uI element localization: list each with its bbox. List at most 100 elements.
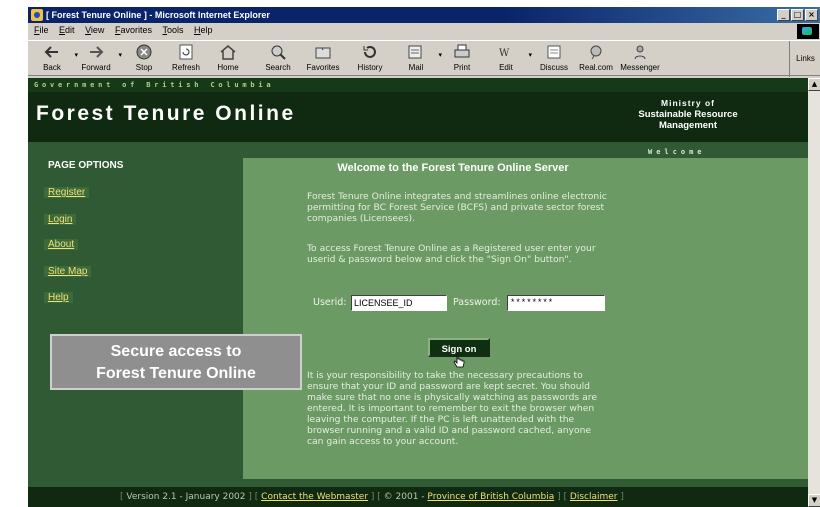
back-arrow-icon xyxy=(44,46,58,58)
refresh-button[interactable]: Refresh xyxy=(166,43,206,72)
nav-about-link[interactable]: About xyxy=(44,239,79,250)
refresh-label: Refresh xyxy=(171,63,200,72)
windows-logo-icon xyxy=(797,24,819,39)
back-label: Back xyxy=(43,63,61,72)
forward-button[interactable]: Forward ▾ xyxy=(76,43,122,72)
discuss-icon xyxy=(547,45,561,59)
password-label: Password: xyxy=(453,297,501,308)
search-icon xyxy=(271,45,286,60)
print-label: Print xyxy=(453,63,471,72)
edit-page-icon: W xyxy=(499,48,510,59)
favorites-folder-icon xyxy=(315,47,331,59)
history-label: History xyxy=(357,63,383,72)
nav-help-link[interactable]: Help xyxy=(44,292,73,303)
copyright-text: © 2001 - xyxy=(383,492,425,502)
search-button[interactable]: Search xyxy=(258,43,298,72)
stop-icon xyxy=(136,44,152,60)
ministry-name: Ministry of Sustainable Resource Managem… xyxy=(618,98,758,131)
maximize-button[interactable]: □ xyxy=(791,9,804,21)
secure-access-callout: Secure access to Forest Tenure Online xyxy=(50,334,302,390)
welcome-tag: Welcome xyxy=(648,148,706,156)
search-label: Search xyxy=(265,63,291,72)
menu-help[interactable]: Help xyxy=(194,23,213,38)
menu-file[interactable]: File xyxy=(34,23,49,38)
links-button[interactable]: Links xyxy=(789,41,820,77)
callout-line-1: Secure access to xyxy=(110,343,242,360)
page-viewport: Government of British Columbia Forest Te… xyxy=(28,78,808,507)
realcom-button[interactable]: Real.com xyxy=(576,43,616,72)
ministry-line-2: Sustainable Resource xyxy=(638,109,738,120)
instructions-paragraph: To access Forest Tenure Online as a Regi… xyxy=(307,243,596,265)
refresh-icon xyxy=(179,44,193,60)
print-button[interactable]: Print xyxy=(442,43,482,72)
realcom-label: Real.com xyxy=(579,63,613,72)
messenger-label: Messenger xyxy=(620,63,660,72)
nav-register-link[interactable]: Register xyxy=(44,187,90,198)
welcome-heading: Welcome to the Forest Tenure Online Serv… xyxy=(337,162,569,174)
close-button[interactable]: × xyxy=(805,9,818,21)
stop-button[interactable]: Stop xyxy=(124,43,164,72)
scroll-down-icon[interactable]: ▼ xyxy=(808,494,820,507)
messenger-button[interactable]: Messenger xyxy=(620,43,660,72)
window-title: [ Forest Tenure Online ] - Microsoft Int… xyxy=(46,10,270,20)
nav-sitemap-link[interactable]: Site Map xyxy=(44,266,92,277)
edit-label: Edit xyxy=(499,63,513,72)
discuss-button[interactable]: Discuss xyxy=(534,43,574,72)
history-button[interactable]: History xyxy=(350,43,390,72)
intro-paragraph: Forest Tenure Online integrates and stre… xyxy=(307,191,607,224)
nav-login-label: Login xyxy=(48,214,73,225)
version-text: Version 2.1 - January 2002 xyxy=(126,492,246,502)
nav-help-label: Help xyxy=(48,292,69,303)
menu-view[interactable]: View xyxy=(85,23,104,38)
site-title: Forest Tenure Online xyxy=(36,102,296,125)
stop-label: Stop xyxy=(135,63,153,72)
favorites-label: Favorites xyxy=(306,63,340,72)
contact-webmaster-link[interactable]: Contact the Webmaster xyxy=(261,492,368,502)
browser-window: [ Forest Tenure Online ] - Microsoft Int… xyxy=(27,7,820,507)
minimize-button[interactable]: _ xyxy=(777,9,790,21)
svg-text:W: W xyxy=(499,48,510,59)
ministry-line-3: Management xyxy=(658,120,718,131)
nav-register-label: Register xyxy=(48,187,86,198)
menu-edit[interactable]: Edit xyxy=(59,23,75,38)
real-com-icon xyxy=(590,45,602,60)
page-options-heading: PAGE OPTIONS xyxy=(48,160,124,171)
internet-explorer-icon xyxy=(31,9,43,21)
scroll-up-icon[interactable]: ▲ xyxy=(808,78,820,91)
main-content-panel: Welcome to the Forest Tenure Online Serv… xyxy=(243,158,808,479)
back-button[interactable]: Back ▾ xyxy=(32,43,78,72)
forward-label: Forward xyxy=(81,63,111,72)
security-notice: It is your responsibility to take the ne… xyxy=(307,370,597,447)
nav-login-link[interactable]: Login xyxy=(44,214,77,225)
edit-button[interactable]: W Edit ▾ xyxy=(486,43,532,72)
favorites-button[interactable]: Favorites xyxy=(303,43,343,72)
mail-label: Mail xyxy=(408,63,424,72)
mail-icon xyxy=(408,45,422,59)
menu-bar: File Edit View Favorites Tools Help xyxy=(28,23,820,39)
province-link[interactable]: Province of British Columbia xyxy=(427,492,554,502)
mail-button[interactable]: Mail ▾ xyxy=(396,43,442,72)
printer-icon xyxy=(454,44,470,58)
government-banner: Government of British Columbia xyxy=(28,78,808,92)
discuss-label: Discuss xyxy=(539,63,568,72)
userid-input[interactable]: LICENSEE_ID xyxy=(351,295,447,311)
home-label: Home xyxy=(217,63,239,72)
home-icon xyxy=(220,45,236,60)
menu-tools[interactable]: Tools xyxy=(162,23,183,38)
userid-label: Userid: xyxy=(313,297,347,308)
vertical-scrollbar[interactable]: ▲ ▼ xyxy=(808,78,820,507)
browser-toolbar: Back ▾ Forward ▾ Stop Refresh Home Search … xyxy=(28,40,820,77)
site-header: Forest Tenure Online Ministry of Sustain… xyxy=(28,92,808,142)
callout-line-2: Forest Tenure Online xyxy=(96,365,256,382)
messenger-icon xyxy=(634,45,646,60)
nav-sitemap-label: Site Map xyxy=(48,266,88,277)
password-input[interactable]: ******** xyxy=(507,295,605,311)
history-icon xyxy=(363,46,376,58)
window-title-bar: [ Forest Tenure Online ] - Microsoft Int… xyxy=(28,7,820,23)
home-button[interactable]: Home xyxy=(208,43,248,72)
hand-cursor-icon xyxy=(453,354,465,368)
ministry-line-1: Ministry of xyxy=(661,98,715,108)
page-footer: [ Version 2.1 - January 2002 ] [ Contact… xyxy=(28,487,808,507)
menu-favorites[interactable]: Favorites xyxy=(115,23,152,38)
disclaimer-link[interactable]: Disclaimer xyxy=(570,492,618,502)
